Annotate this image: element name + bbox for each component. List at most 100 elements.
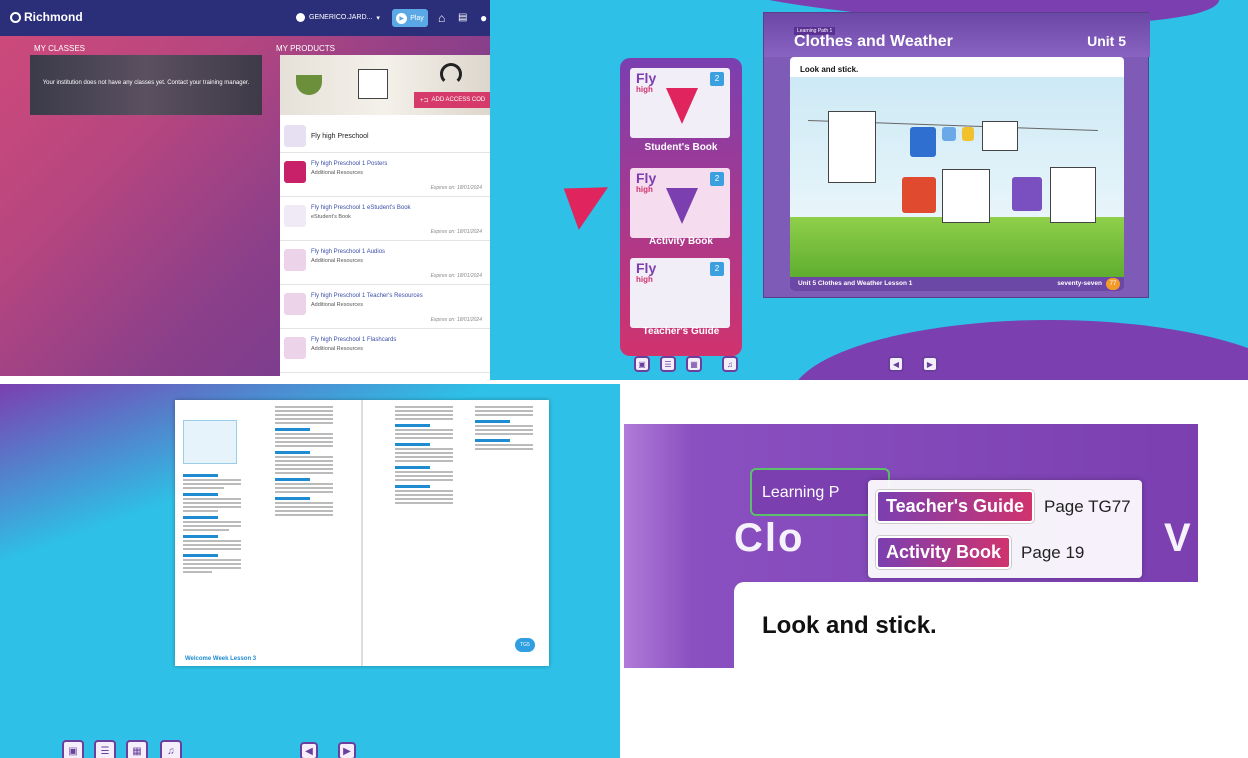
product-subtitle: Additional Resources — [311, 258, 363, 264]
teachers-guide-spread: Welcome Week Lesson 3 TG5 — [175, 400, 549, 666]
prev-page-button[interactable]: ◀ — [300, 742, 318, 758]
students-book-cover[interactable]: Fly high 2 — [630, 68, 730, 138]
product-list: Fly high Preschool Fly high Preschool 1 … — [280, 115, 490, 376]
add-access-code-button[interactable]: +⊐ ADD ACCESS COD — [414, 92, 490, 108]
text-column — [475, 406, 533, 452]
audio-button[interactable]: ♫ — [722, 356, 738, 372]
text-column — [183, 470, 241, 575]
sticker-slot[interactable] — [828, 111, 876, 183]
lesson-instruction: Look and stick. — [800, 65, 859, 74]
teachers-guide-panel: Welcome Week Lesson 3 TG5 ▣ ☰ ▦ ♫ ◀ ▶ — [0, 384, 620, 758]
product-item[interactable]: Fly high Preschool 1 Flashcards Addition… — [280, 329, 490, 373]
popup-row[interactable]: Teacher's Guide Page TG77 — [876, 490, 1131, 523]
lesson-header: Learning Path 1 Clothes and Weather Unit… — [764, 13, 1150, 57]
product-title: Fly high Preschool 1 Audios — [311, 249, 386, 255]
more-icon[interactable]: ● — [480, 11, 487, 25]
product-thumbnail — [284, 293, 306, 315]
product-item[interactable]: Fly high Preschool 1 eStudent's Book eSt… — [280, 197, 490, 241]
teachers-guide-link[interactable]: Teacher's Guide — [876, 490, 1034, 523]
product-thumbnail — [284, 125, 306, 147]
lesson-page: Learning Path 1 Clothes and Weather Unit… — [763, 12, 1150, 298]
product-item[interactable]: Fly high Preschool — [280, 119, 490, 153]
grid-button[interactable]: ▦ — [686, 356, 702, 372]
audio-button[interactable]: ♫ — [160, 740, 182, 758]
headphones-icon: ♫ — [727, 359, 733, 369]
product-expiry: Expires on: 18/01/2024 — [430, 273, 482, 279]
lesson-overview-box — [183, 420, 237, 464]
lesson-footer: Unit 5 Clothes and Weather Lesson 1 seve… — [790, 277, 1124, 291]
add-code-icon: +⊐ — [420, 97, 429, 104]
richmond-logo[interactable]: Richmond — [10, 10, 83, 24]
logo-icon — [10, 11, 21, 23]
grid-icon: ▦ — [690, 359, 698, 369]
page-spine — [361, 400, 363, 666]
grid-button[interactable]: ▦ — [126, 740, 148, 758]
chat-icon[interactable]: ▤ — [458, 12, 467, 23]
page-reference: Page TG77 — [1044, 496, 1131, 516]
thumbnails-icon: ▣ — [68, 745, 78, 757]
cover-logo-icon — [666, 188, 698, 224]
no-classes-message: Your institution does not have any class… — [42, 80, 250, 86]
prev-page-button[interactable]: ◀ — [888, 356, 904, 372]
cover-brand: Fly high — [636, 70, 657, 94]
next-page-icon: ▶ — [343, 745, 351, 757]
product-expiry: Expires on: 18/01/2024 — [430, 229, 482, 235]
cross-reference-popup: Teacher's Guide Page TG77 Activity Book … — [868, 480, 1142, 578]
teachers-guide-cover[interactable]: Fly high 2 — [630, 258, 730, 328]
lesson-instruction: Look and stick. — [762, 612, 937, 639]
text-column — [275, 406, 333, 518]
students-book-label[interactable]: Student's Book — [620, 142, 742, 153]
next-page-button[interactable]: ▶ — [338, 742, 356, 758]
product-subtitle: Additional Resources — [311, 302, 363, 308]
product-title: Fly high Preschool — [311, 133, 369, 140]
brand-name: Richmond — [24, 10, 83, 24]
classes-banner: Your institution does not have any class… — [30, 55, 262, 115]
my-classes-heading: MY CLASSES — [34, 44, 85, 53]
shorts-clothing — [910, 127, 936, 157]
teachers-guide-label[interactable]: Teacher's Guide — [620, 326, 742, 337]
fly-high-logo-icon — [563, 174, 619, 230]
cover-level: 2 — [710, 72, 724, 86]
play-label: Play — [410, 14, 424, 22]
user-icon — [296, 13, 305, 22]
headphones-icon: ♫ — [167, 745, 175, 757]
product-item[interactable]: Fly high Preschool 1 Teacher's Resources… — [280, 285, 490, 329]
home-icon[interactable]: ⌂ — [438, 11, 445, 25]
section-footer: Welcome Week Lesson 3 — [185, 656, 257, 662]
cover-logo-icon — [666, 88, 698, 124]
user-menu[interactable]: GENERICO.JARD... ▾ — [296, 13, 380, 22]
cover-brand: Fly high — [636, 260, 657, 284]
banner-headphones-image — [440, 63, 462, 85]
list-icon: ☰ — [100, 745, 110, 757]
cover-brand: Fly high — [636, 170, 657, 194]
thumbnails-button[interactable]: ▣ — [62, 740, 84, 758]
unit-label: Unit 5 — [1087, 33, 1126, 49]
product-thumbnail — [284, 161, 306, 183]
popup-row[interactable]: Activity Book Page 19 — [876, 536, 1084, 569]
activity-book-cover[interactable]: Fly high 2 — [630, 168, 730, 238]
socks-clothing — [942, 127, 956, 141]
play-button[interactable]: ▶ Play — [392, 9, 428, 27]
lesson-activity-sheet: Look and stick. Unit 5 Clothes and Weath… — [790, 57, 1124, 291]
product-item[interactable]: Fly high Preschool 1 Posters Additional … — [280, 153, 490, 197]
activity-book-label[interactable]: Activity Book — [620, 236, 742, 247]
user-name: GENERICO.JARD... — [309, 14, 373, 21]
product-title: Fly high Preschool 1 Posters — [311, 161, 388, 167]
page-number-badge: 77 — [1106, 278, 1120, 290]
next-page-button[interactable]: ▶ — [922, 356, 938, 372]
shirt-clothing — [902, 177, 936, 213]
sticker-slot[interactable] — [1050, 167, 1096, 223]
lesson-title-zoomed-end: V — [1164, 516, 1193, 560]
product-title: Fly high Preschool 1 eStudent's Book — [311, 205, 411, 211]
my-products-heading: MY PRODUCTS — [276, 44, 335, 53]
banner-bowl-image — [296, 75, 322, 95]
sticker-slot[interactable] — [982, 121, 1018, 151]
activity-book-link[interactable]: Activity Book — [876, 536, 1012, 569]
product-item[interactable]: Fly high Preschool 1 Audios Additional R… — [280, 241, 490, 285]
grid-icon: ▦ — [132, 745, 142, 757]
list-button[interactable]: ☰ — [94, 740, 116, 758]
chevron-down-icon: ▾ — [376, 14, 380, 22]
sticker-slot[interactable] — [942, 169, 990, 223]
list-button[interactable]: ☰ — [660, 356, 676, 372]
thumbnails-button[interactable]: ▣ — [634, 356, 650, 372]
